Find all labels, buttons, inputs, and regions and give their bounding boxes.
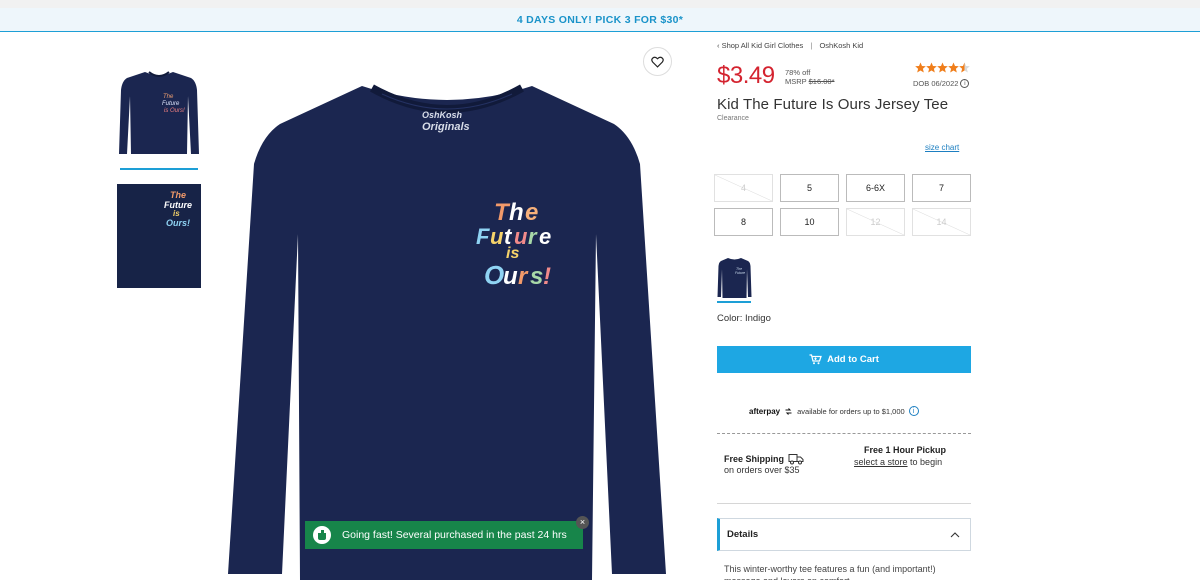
svg-text:Future: Future	[735, 271, 745, 275]
thumbnail-graphic-detail[interactable]: The Future is Ours!	[117, 184, 201, 288]
afterpay-text: available for orders up to $1,000	[797, 406, 905, 416]
afterpay-info: afterpay available for orders up to $1,0…	[749, 406, 919, 416]
svg-text:h: h	[509, 199, 524, 226]
svg-text:u: u	[503, 263, 518, 290]
size-option-10[interactable]: 10	[780, 208, 839, 236]
swatch-selected-indicator	[717, 301, 751, 303]
thumbnail-front[interactable]: The Future is Ours!	[117, 66, 201, 160]
chevron-up-icon	[950, 531, 960, 537]
dob-date: DOB 06/2022 i	[913, 79, 970, 88]
shirt-brand-tag: OshKosh	[422, 110, 463, 120]
popularity-toast: Going fast! Several purchased in the pas…	[305, 521, 583, 549]
pickup-title: Free 1 Hour Pickup	[864, 445, 947, 455]
heart-icon	[651, 56, 664, 68]
pickup-sub-text: to begin	[910, 457, 943, 467]
svg-text:!: !	[543, 263, 551, 290]
section-divider	[717, 503, 971, 504]
thumbnail-selected-indicator	[120, 168, 198, 170]
dotted-divider	[717, 433, 971, 434]
msrp: MSRP $16.00*	[785, 77, 835, 86]
breadcrumb-back-link[interactable]: ‹ Shop All Kid Girl Clothes	[717, 41, 803, 50]
afterpay-arrows-icon	[785, 407, 792, 415]
svg-text:The: The	[170, 190, 186, 200]
truck-icon	[788, 454, 804, 465]
thumbnail-front-image: The Future is Ours!	[119, 71, 199, 154]
svg-text:F: F	[476, 224, 490, 249]
promo-text: 4 DAYS ONLY! PICK 3 FOR $30*	[516, 13, 684, 26]
svg-text:s: s	[530, 263, 543, 290]
discount-percent: 78% off	[785, 68, 811, 77]
svg-text:Ours!: Ours!	[166, 218, 190, 228]
add-to-cart-label: Add to Cart	[827, 354, 879, 365]
toast-message: Going fast! Several purchased in the pas…	[342, 529, 567, 541]
add-to-cart-button[interactable]: Add to Cart	[717, 346, 971, 373]
breadcrumb-separator: |	[810, 41, 813, 50]
svg-text:Future: Future	[162, 101, 180, 107]
pickup-sub: select a store to begin	[854, 457, 942, 467]
svg-text:is: is	[173, 209, 180, 218]
sale-price: $3.49	[717, 62, 775, 89]
free-shipping-label: Free Shipping	[724, 454, 785, 464]
main-product-image[interactable]: OshKosh Originals T h e F u t u r e is O…	[212, 44, 682, 580]
hand-icon	[311, 524, 333, 546]
details-label: Details	[727, 529, 759, 540]
tshirt-illustration: OshKosh Originals T h e F u t u r e is O…	[228, 84, 666, 580]
star-icon	[915, 62, 970, 73]
svg-text:r: r	[528, 224, 538, 249]
product-description: This winter-worthy tee features a fun (a…	[724, 564, 936, 580]
color-label: Color: Indigo	[717, 313, 771, 324]
size-option-8[interactable]: 8	[714, 208, 773, 236]
size-option-6-6x[interactable]: 6-6X	[846, 174, 905, 202]
size-option-7[interactable]: 7	[912, 174, 971, 202]
cart-icon	[809, 354, 823, 365]
svg-text:e: e	[539, 224, 551, 249]
toast-close-icon[interactable]: ×	[576, 516, 589, 529]
thumbnail-detail-image: The Future is Ours!	[117, 184, 201, 288]
svg-text:Originals: Originals	[422, 121, 470, 133]
size-option-14[interactable]: 14	[912, 208, 971, 236]
promo-banner[interactable]: 4 DAYS ONLY! PICK 3 FOR $30*	[0, 8, 1200, 32]
wishlist-button[interactable]	[643, 47, 672, 76]
dob-text: DOB 06/2022	[913, 79, 959, 88]
svg-text:u: u	[490, 224, 504, 249]
size-chart-link[interactable]: size chart	[925, 143, 959, 152]
msrp-value: $16.00*	[808, 77, 835, 86]
svg-text:e: e	[525, 199, 538, 226]
svg-text:O: O	[484, 260, 504, 290]
msrp-label: MSRP	[785, 77, 807, 86]
free-shipping-title: Free Shipping	[724, 453, 804, 465]
size-option-5[interactable]: 5	[780, 174, 839, 202]
color-swatch-indigo[interactable]: The Future	[717, 256, 752, 299]
clearance-badge: Clearance	[717, 115, 749, 122]
afterpay-info-icon[interactable]: i	[908, 406, 919, 416]
rating-stars[interactable]	[915, 61, 971, 73]
breadcrumb-brand-link[interactable]: OshKosh Kid	[819, 41, 863, 50]
details-accordion[interactable]: Details	[717, 518, 971, 551]
svg-text:is Ours!: is Ours!	[164, 108, 185, 114]
breadcrumb: ‹ Shop All Kid Girl Clothes | OshKosh Ki…	[717, 41, 863, 50]
info-icon[interactable]: i	[960, 79, 970, 88]
size-option-12[interactable]: 12	[846, 208, 905, 236]
svg-text:is: is	[506, 245, 519, 262]
product-title: Kid The Future Is Ours Jersey Tee	[717, 96, 949, 113]
top-strip	[0, 0, 1200, 8]
afterpay-logo: afterpay	[749, 406, 781, 416]
size-option-4[interactable]: 4	[714, 174, 773, 202]
free-shipping-sub: on orders over $35	[724, 465, 800, 475]
svg-text:The: The	[163, 94, 174, 100]
select-store-link[interactable]: select a store	[854, 457, 908, 467]
swatch-image: The Future	[717, 258, 752, 298]
